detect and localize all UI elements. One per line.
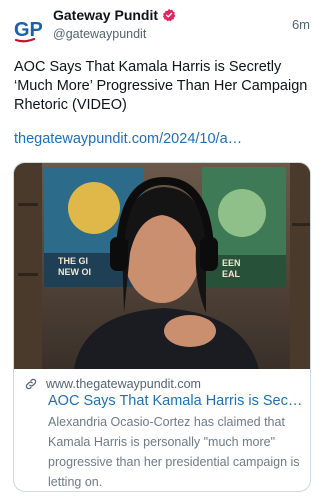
svg-text:EAL: EAL: [222, 269, 241, 279]
verified-badge-icon: [162, 8, 176, 22]
avatar[interactable]: GP: [14, 14, 43, 44]
post-card[interactable]: GP Gateway Pundit @gatewaypundit 6m AOC …: [0, 0, 324, 500]
card-domain-row[interactable]: www.thegatewaypundit.com: [24, 377, 201, 391]
card-domain[interactable]: www.thegatewaypundit.com: [46, 377, 201, 391]
author-name[interactable]: Gateway Pundit: [53, 7, 158, 23]
card-description: Alexandria Ocasio-Cortez has claimed tha…: [48, 415, 300, 489]
link-icon: [25, 378, 37, 390]
post-header: GP Gateway Pundit @gatewaypundit 6m: [0, 0, 324, 52]
link-preview-card[interactable]: THE GI NEW OI EEN EAL www.thegatewaypund…: [13, 162, 311, 492]
avatar-logo-text: GP: [14, 19, 42, 41]
poster-left-text: THE GI: [58, 256, 88, 266]
author-name-row[interactable]: Gateway Pundit: [53, 7, 176, 23]
post-text: AOC Says That Kamala Harris is Secretly …: [14, 59, 308, 113]
post-timestamp[interactable]: 6m: [292, 17, 310, 32]
author-handle[interactable]: @gatewaypundit: [53, 27, 146, 41]
poster-right-text: EEN: [222, 258, 241, 268]
post-link[interactable]: thegatewaypundit.com/2024/10/a…: [14, 131, 314, 147]
card-title[interactable]: AOC Says That Kamala Harris is Secretly …: [48, 393, 306, 409]
link-preview-image[interactable]: THE GI NEW OI EEN EAL: [14, 163, 311, 369]
svg-text:NEW OI: NEW OI: [58, 267, 91, 277]
